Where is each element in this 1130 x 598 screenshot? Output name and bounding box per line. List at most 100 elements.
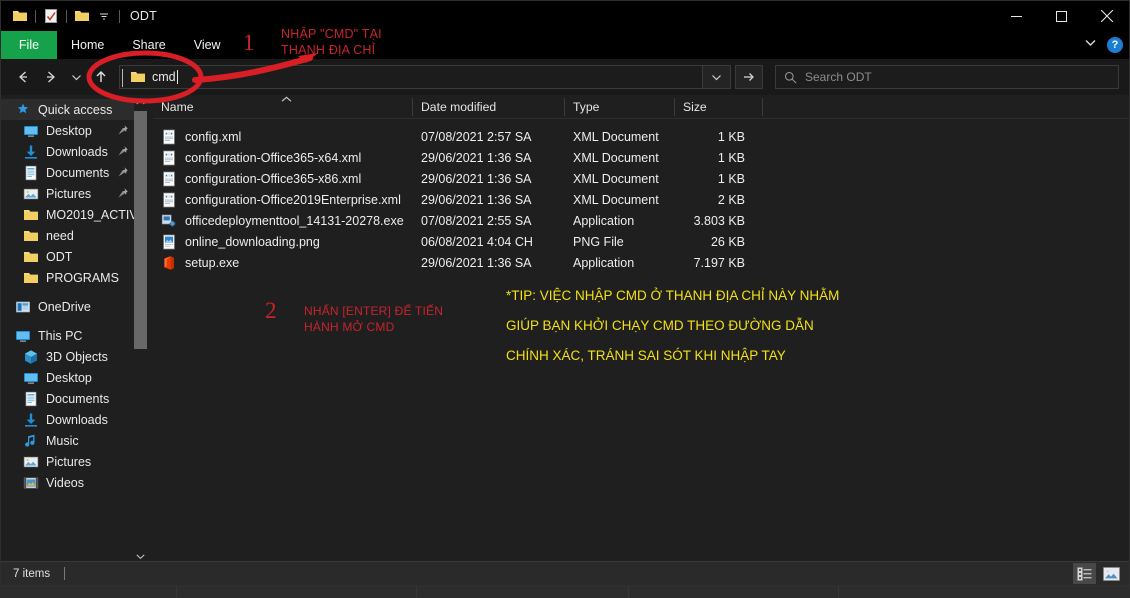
documents-icon — [25, 165, 37, 180]
sidebar-item-onedrive[interactable]: OneDrive — [1, 296, 141, 317]
up-arrow-icon[interactable] — [87, 63, 115, 91]
xml-file-icon — [163, 171, 175, 186]
maximize-icon[interactable] — [1039, 1, 1084, 31]
address-bar-row: cmd Search ODT — [1, 59, 1129, 95]
file-date: 06/08/2021 4:04 CH — [421, 234, 533, 249]
file-name: config.xml — [185, 129, 242, 144]
status-divider — [64, 567, 66, 580]
pin-icon[interactable] — [117, 124, 129, 136]
column-header-name[interactable]: Name — [153, 95, 413, 119]
file-name: officedeploymenttool_14131-20278.exe — [185, 213, 404, 228]
file-size: 3.803 KB — [693, 213, 745, 228]
file-size: 2 KB — [717, 192, 745, 207]
new-folder-icon[interactable] — [71, 5, 93, 27]
text-cursor — [176, 70, 178, 84]
sidebar-item-label: Videos — [46, 475, 84, 490]
sidebar-item-quick-access[interactable]: Quick access — [1, 99, 141, 120]
table-row[interactable]: config.xml 07/08/2021 2:57 SA XML Docume… — [153, 126, 1129, 147]
chevron-down-icon[interactable] — [1084, 36, 1097, 54]
sidebar-item-mo2019-active[interactable]: MO2019_ACTIVE — [1, 204, 141, 225]
videos-icon — [23, 477, 39, 488]
file-size: 1 KB — [717, 150, 745, 165]
3dobjects-icon — [25, 349, 37, 364]
background-window-strip — [0, 584, 1130, 598]
sidebar-item-this-pc[interactable]: This PC — [1, 325, 141, 346]
sidebar-item-odt[interactable]: ODT — [1, 246, 141, 267]
minimize-icon[interactable] — [994, 1, 1039, 31]
customize-dropdown-icon[interactable] — [93, 5, 115, 27]
back-arrow-icon[interactable] — [9, 63, 37, 91]
sidebar-item-documents-pc[interactable]: Documents — [1, 388, 141, 409]
column-header-row: Name Date modified Type Size — [153, 95, 1129, 119]
column-header-date[interactable]: Date modified — [413, 95, 565, 119]
table-row[interactable]: online_downloading.png 06/08/2021 4:04 C… — [153, 231, 1129, 252]
large-icons-view-icon[interactable] — [1100, 563, 1123, 584]
documents-icon — [25, 391, 37, 406]
toolbar-divider — [35, 9, 36, 23]
sidebar-item-label: Quick access — [38, 102, 113, 117]
search-input[interactable]: Search ODT — [775, 65, 1119, 89]
ribbon-tab-strip: File Home Share View ? — [1, 31, 1129, 59]
sidebar-item-downloads-pc[interactable]: Downloads — [1, 409, 141, 430]
nav-pane-scroll-thumb[interactable] — [134, 111, 147, 349]
search-placeholder: Search ODT — [805, 70, 872, 84]
folder-icon — [131, 72, 145, 82]
desktop-icon — [24, 372, 38, 384]
sidebar-item-pictures[interactable]: Pictures — [1, 183, 141, 204]
office-exe-icon — [164, 255, 174, 270]
file-type: XML Document — [573, 150, 659, 165]
file-name: online_downloading.png — [185, 234, 320, 249]
column-header-type[interactable]: Type — [565, 95, 675, 119]
go-arrow-icon[interactable] — [735, 65, 763, 89]
view-mode-buttons — [1073, 563, 1123, 584]
properties-icon[interactable] — [40, 5, 62, 27]
sidebar-item-music[interactable]: Music — [1, 430, 141, 451]
tab-home[interactable]: Home — [57, 31, 118, 59]
sidebar-item-need[interactable]: need — [1, 225, 141, 246]
file-date: 29/06/2021 1:36 SA — [421, 150, 532, 165]
table-row[interactable]: configuration-Office365-x64.xml 29/06/20… — [153, 147, 1129, 168]
help-button[interactable]: ? — [1107, 37, 1123, 53]
tab-view[interactable]: View — [180, 31, 235, 59]
tab-file[interactable]: File — [1, 31, 57, 59]
file-date: 07/08/2021 2:55 SA — [421, 213, 532, 228]
sidebar-item-downloads[interactable]: Downloads — [1, 141, 141, 162]
file-size: 1 KB — [717, 129, 745, 144]
folder-icon[interactable] — [9, 5, 31, 27]
table-row[interactable]: configuration-Office2019Enterprise.xml 2… — [153, 189, 1129, 210]
sidebar-item-pictures-pc[interactable]: Pictures — [1, 451, 141, 472]
column-header-size[interactable]: Size — [675, 95, 763, 119]
pin-icon[interactable] — [117, 166, 129, 178]
tab-share[interactable]: Share — [118, 31, 179, 59]
sidebar-item-programs[interactable]: PROGRAMS — [1, 267, 141, 288]
pin-icon[interactable] — [117, 187, 129, 199]
recent-locations-icon[interactable] — [65, 63, 87, 91]
file-list-pane: Name Date modified Type Size config.xml … — [153, 95, 1129, 563]
file-type: Application — [573, 255, 635, 270]
details-view-icon[interactable] — [1073, 563, 1096, 584]
file-date: 07/08/2021 2:57 SA — [421, 129, 532, 144]
thispc-icon — [16, 330, 30, 342]
sidebar-item-label: Pictures — [46, 454, 92, 469]
download-icon — [25, 413, 37, 427]
sidebar-item-desktop[interactable]: Desktop — [1, 120, 141, 141]
sidebar-item-label: need — [46, 228, 74, 243]
sidebar-item-label: OneDrive — [38, 299, 91, 314]
sidebar-item-3d-objects[interactable]: 3D Objects — [1, 346, 141, 367]
address-input[interactable]: cmd — [119, 65, 703, 89]
table-row[interactable]: setup.exe 29/06/2021 1:36 SA Application… — [153, 252, 1129, 273]
sidebar-item-label: Documents — [46, 391, 110, 406]
file-size: 26 KB — [710, 234, 745, 249]
forward-arrow-icon[interactable] — [37, 63, 65, 91]
table-row[interactable]: configuration-Office365-x86.xml 29/06/20… — [153, 168, 1129, 189]
sidebar-item-desktop-pc[interactable]: Desktop — [1, 367, 141, 388]
download-icon — [25, 145, 37, 159]
desktop-icon — [24, 125, 38, 137]
sidebar-item-videos[interactable]: Videos — [1, 472, 141, 493]
address-dropdown-icon[interactable] — [703, 65, 731, 89]
sidebar-item-documents[interactable]: Documents — [1, 162, 141, 183]
table-row[interactable]: officedeploymenttool_14131-20278.exe 07/… — [153, 210, 1129, 231]
chevron-up-icon[interactable] — [134, 95, 147, 109]
pin-icon[interactable] — [117, 145, 129, 157]
close-icon[interactable] — [1084, 1, 1129, 31]
